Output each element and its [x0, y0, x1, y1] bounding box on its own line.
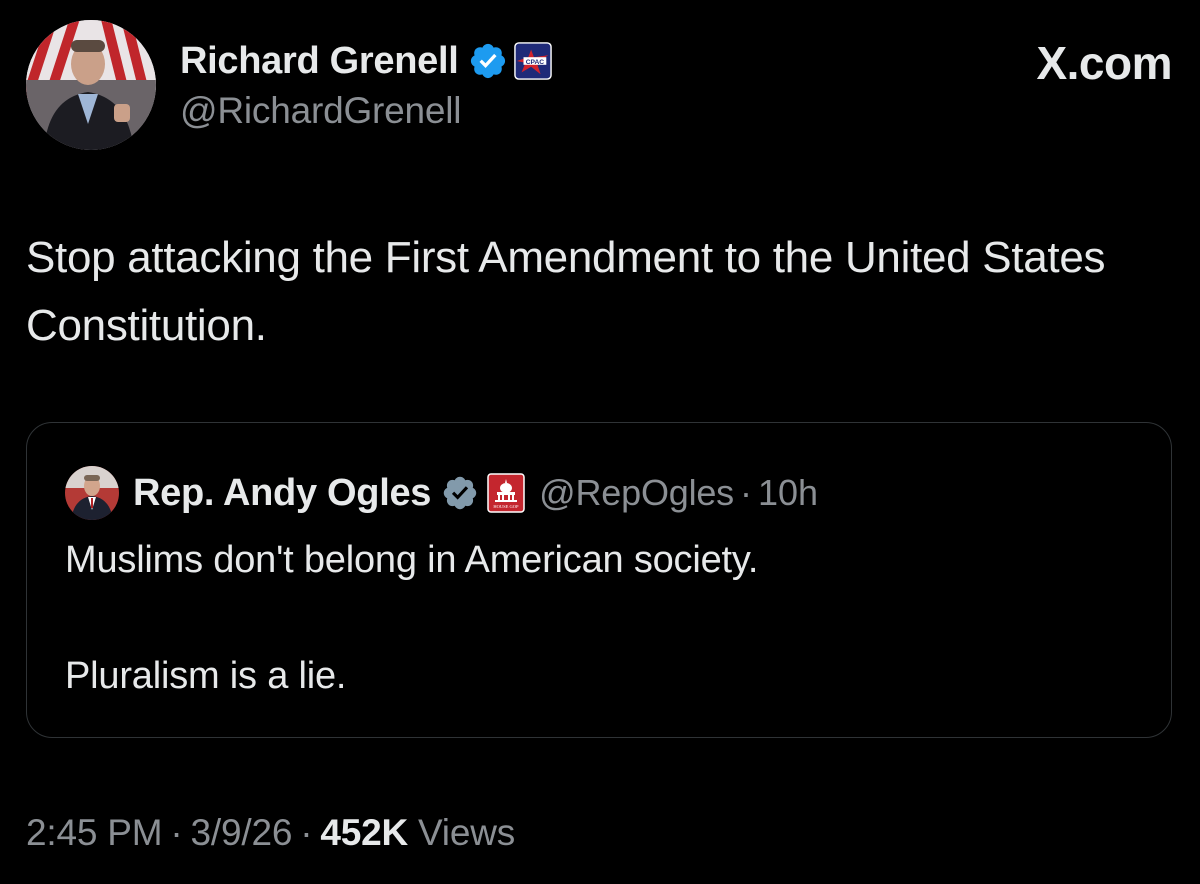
quoted-author-avatar[interactable]: [65, 466, 119, 520]
meta-separator: ·: [170, 812, 183, 853]
author-info: Richard Grenell CPAC @RichardGrenell: [180, 38, 553, 132]
svg-text:CPAC: CPAC: [526, 59, 545, 66]
author-handle[interactable]: @RichardGrenell: [180, 90, 552, 132]
views-count[interactable]: 452K: [320, 812, 408, 854]
tweet-header: Richard Grenell CPAC @RichardGrenell X.c…: [26, 20, 1174, 152]
quoted-separator: ·: [740, 472, 752, 513]
quoted-tweet-time[interactable]: 10h: [758, 472, 818, 514]
quoted-tweet-header: Rep. Andy Ogles HOUSE GOP @RepOgles · 10…: [65, 466, 818, 520]
quoted-tweet-card[interactable]: Rep. Andy Ogles HOUSE GOP @RepOgles · 10…: [26, 422, 1172, 738]
quoted-author-handle[interactable]: @RepOgles: [539, 472, 734, 514]
tweet-date[interactable]: 3/9/26: [191, 812, 293, 854]
quoted-tweet-text-line2: Pluralism is a lie.: [65, 655, 347, 697]
author-display-name[interactable]: Richard Grenell: [180, 40, 459, 83]
house-gop-affiliation-icon[interactable]: HOUSE GOP: [487, 473, 525, 513]
tweet-time[interactable]: 2:45 PM: [26, 812, 163, 854]
tweet-text: Stop attacking the First Amendment to th…: [26, 233, 1106, 350]
verified-badge-icon[interactable]: [468, 41, 508, 81]
author-avatar[interactable]: [26, 20, 156, 150]
quoted-author-display-name[interactable]: Rep. Andy Ogles: [133, 472, 431, 515]
views-label: Views: [417, 812, 516, 853]
government-verified-badge-icon[interactable]: [441, 474, 479, 512]
cpac-affiliation-icon[interactable]: CPAC: [514, 42, 553, 80]
svg-text:HOUSE GOP: HOUSE GOP: [494, 504, 520, 509]
tweet-metadata: 2:45 PM · 3/9/26 · 452K Views: [26, 812, 515, 854]
meta-separator: ·: [300, 812, 313, 853]
x-com-logo: X.com: [1036, 37, 1172, 89]
author-name-row: Richard Grenell CPAC: [180, 38, 553, 84]
quoted-tweet-text-line1: Muslims don't belong in American society…: [65, 539, 759, 581]
